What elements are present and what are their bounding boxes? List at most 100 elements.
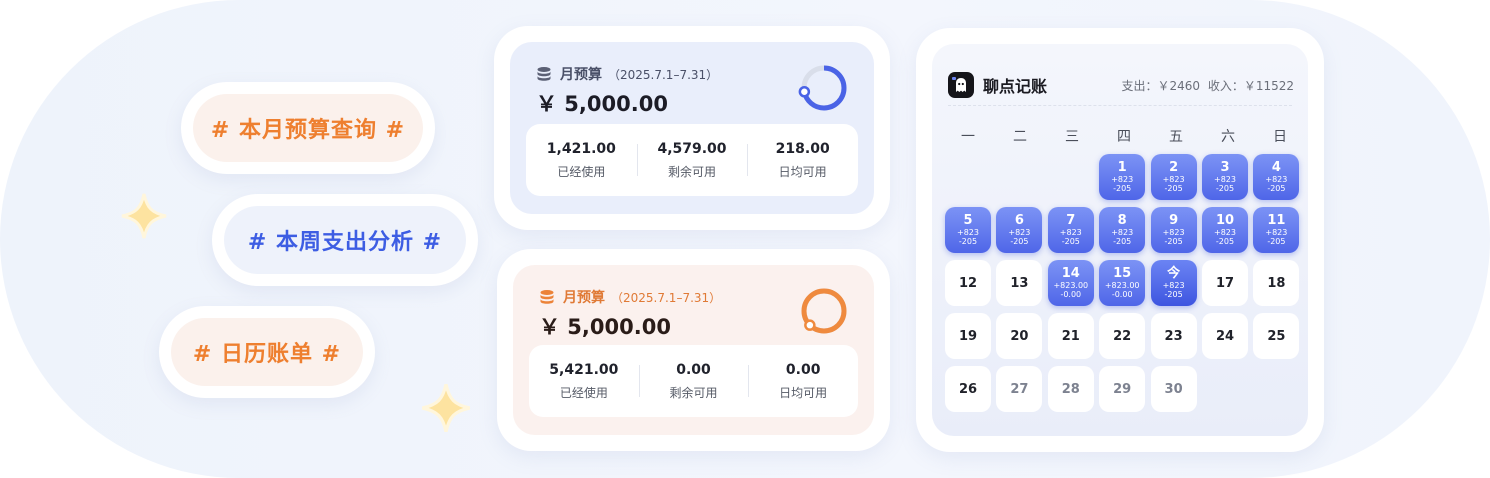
weekday-label: 日 — [1273, 129, 1287, 145]
tag-monthly-budget[interactable]: # 本月预算查询 # — [181, 82, 435, 174]
tag-calendar-bill[interactable]: # 日历账单 # — [159, 306, 375, 398]
expense-total: 支出：￥2460 — [1121, 78, 1200, 93]
weekday-label: 三 — [1065, 129, 1079, 145]
calendar-day[interactable]: 8 +823 -205 — [1099, 207, 1146, 253]
day-number: 15 — [1113, 266, 1132, 281]
calendar-day[interactable]: 23 — [1150, 313, 1197, 359]
promo-stage: # 本月预算查询 # # 本周支出分析 # # 日历账单 # 月预算 （2025… — [0, 0, 1490, 478]
calendar-day[interactable]: 3 +823 -205 — [1202, 154, 1248, 200]
tag-weekly-analysis[interactable]: # 本周支出分析 # — [212, 194, 478, 286]
day-number: 30 — [1164, 381, 1183, 397]
stat-remaining: 4,579.00 剩余可用 — [636, 124, 748, 196]
database-icon — [537, 67, 551, 81]
calendar-day[interactable]: 10 +823 -205 — [1202, 207, 1248, 253]
stat-value: 1,421.00 — [546, 140, 616, 157]
day-income: +823 — [1162, 281, 1185, 290]
budget-card-overspent[interactable]: 月预算 （2025.7.1–7.31） ￥ 5,000.00 5,421.00 … — [497, 249, 890, 451]
weekday-label: 五 — [1169, 129, 1183, 145]
calendar-day[interactable]: 22 — [1099, 313, 1146, 359]
calendar-day[interactable]: 29 — [1099, 366, 1146, 412]
stat-value: 0.00 — [785, 361, 821, 378]
stat-daily: 218.00 日均可用 — [747, 124, 858, 196]
calendar-day[interactable]: 5 +823 -205 — [945, 207, 991, 253]
day-expense: -0.00 — [1060, 290, 1082, 299]
day-number: 17 — [1215, 275, 1235, 291]
day-income: +823 — [1265, 175, 1288, 184]
day-number: 20 — [1010, 328, 1029, 344]
calendar-day-today[interactable]: 今 +823 -205 — [1150, 260, 1197, 306]
day-expense: -205 — [1113, 184, 1132, 193]
day-income: +823 — [1214, 228, 1236, 237]
day-expense: -205 — [1113, 237, 1132, 246]
day-income: +823.00 — [1053, 281, 1089, 290]
stat-value: 218.00 — [775, 140, 830, 157]
day-number: 26 — [958, 381, 978, 397]
stat-value: 5,421.00 — [549, 361, 619, 378]
calendar-day[interactable]: 7 +823 -205 — [1047, 207, 1094, 253]
budget-title: 月预算 — [560, 67, 602, 83]
day-income: +823 — [1265, 228, 1288, 237]
stat-label: 已经使用 — [559, 385, 608, 400]
budget-stats: 5,421.00 已经使用 0.00 剩余可用 0.00 日均可用 — [529, 345, 858, 417]
stat-label: 日均可用 — [779, 385, 828, 400]
calendar-day[interactable]: 19 — [945, 313, 991, 359]
calendar-day[interactable]: 28 — [1047, 366, 1094, 412]
day-number: 13 — [1010, 275, 1029, 291]
day-expense: -205 — [1267, 184, 1286, 193]
day-expense: -205 — [1061, 237, 1080, 246]
calendar-day[interactable]: 27 — [996, 366, 1043, 412]
calendar-day[interactable]: 25 — [1253, 313, 1300, 359]
calendar-day[interactable]: 14 +823.00 -0.00 — [1047, 260, 1094, 306]
budget-title: 月预算 — [563, 290, 605, 306]
budget-amount: ￥ 5,000.00 — [539, 315, 671, 339]
day-number: 1 — [1117, 160, 1127, 175]
day-number: 14 — [1061, 266, 1080, 281]
stat-value: 4,579.00 — [657, 140, 727, 157]
tag-label: # 本月预算查询 # — [193, 94, 423, 162]
day-number: 5 — [963, 213, 973, 228]
calendar-day[interactable]: 17 — [1202, 260, 1248, 306]
app-name: 聊点记账 — [983, 77, 1048, 96]
calendar-day[interactable]: 6 +823 -205 — [996, 207, 1043, 253]
database-icon — [540, 290, 554, 304]
calendar-day[interactable]: 15 +823.00 -0.00 — [1099, 260, 1146, 306]
progress-ring — [801, 288, 847, 334]
calendar-day[interactable]: 20 — [996, 313, 1043, 359]
calendar-day[interactable]: 24 — [1202, 313, 1248, 359]
calendar-day[interactable]: 12 — [945, 260, 991, 306]
budget-panel: 月预算 （2025.7.1–7.31） ￥ 5,000.00 1,421.00 … — [510, 42, 874, 214]
calendar-card: 聊点记账 支出：￥2460 收入：￥11522 一二三四五六日 1 +823 -20… — [916, 28, 1324, 452]
day-number: 2 — [1169, 160, 1179, 175]
day-number: 9 — [1169, 213, 1179, 228]
day-number: 24 — [1215, 328, 1235, 344]
day-number: 4 — [1271, 160, 1281, 175]
budget-range: （2025.7.1–7.31） — [608, 67, 719, 82]
calendar-day[interactable]: 18 — [1253, 260, 1300, 306]
day-number: 25 — [1267, 328, 1286, 344]
progress-ring — [798, 65, 847, 111]
calendar-day[interactable]: 1 +823 -205 — [1099, 154, 1146, 200]
day-number: 7 — [1066, 213, 1076, 228]
app-logo-icon — [948, 72, 974, 98]
budget-card-normal[interactable]: 月预算 （2025.7.1–7.31） ￥ 5,000.00 1,421.00 … — [494, 26, 890, 230]
day-expense: -205 — [1010, 237, 1029, 246]
calendar-day[interactable]: 4 +823 -205 — [1253, 154, 1300, 200]
calendar-day[interactable]: 11 +823 -205 — [1253, 207, 1300, 253]
calendar-day[interactable]: 30 — [1150, 366, 1197, 412]
calendar-day[interactable]: 9 +823 -205 — [1150, 207, 1197, 253]
budget-range: （2025.7.1–7.31） — [611, 290, 722, 305]
budget-header: 月预算 （2025.7.1–7.31） — [539, 287, 721, 307]
calendar-day[interactable]: 26 — [945, 366, 991, 412]
calendar-day[interactable]: 2 +823 -205 — [1150, 154, 1197, 200]
day-number: 今 — [1167, 266, 1181, 281]
day-number: 21 — [1061, 328, 1080, 344]
day-number: 28 — [1061, 381, 1080, 397]
calendar-day[interactable]: 21 — [1047, 313, 1094, 359]
calendar-day[interactable]: 13 — [996, 260, 1043, 306]
stat-remaining: 0.00 剩余可用 — [638, 345, 749, 417]
stat-label: 剩余可用 — [668, 164, 717, 179]
day-number: 3 — [1220, 160, 1230, 175]
month-summary: 支出：￥2460 收入：￥11522 — [1117, 77, 1294, 94]
stat-label: 剩余可用 — [669, 385, 718, 400]
budget-amount: ￥ 5,000.00 — [536, 92, 668, 116]
